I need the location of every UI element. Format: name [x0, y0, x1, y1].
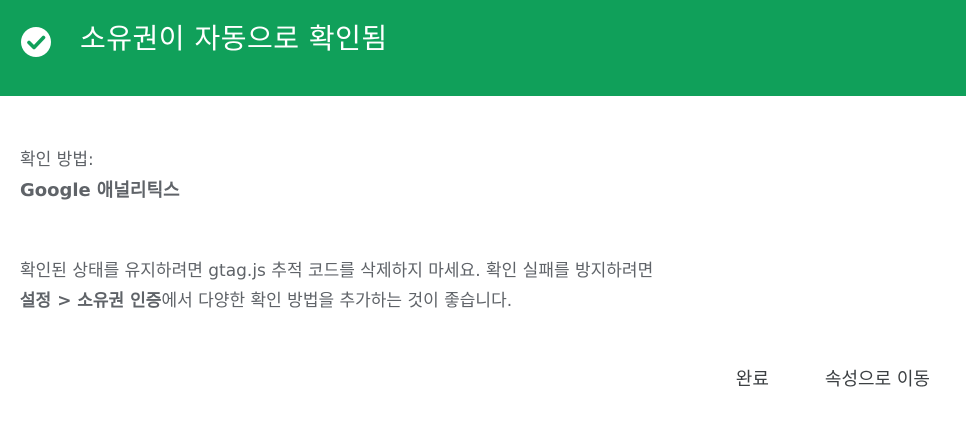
info-message-line-2: 설정 > 소유권 인증에서 다양한 확인 방법을 추가하는 것이 좋습니다.	[20, 286, 920, 316]
check-circle-icon	[21, 27, 51, 57]
dialog-actions: 완료 속성으로 이동	[736, 362, 930, 398]
info-message-line-2-rest: 에서 다양한 확인 방법을 추가하는 것이 좋습니다.	[161, 291, 513, 311]
dialog-title: 소유권이 자동으로 확인됨	[80, 22, 388, 55]
done-button[interactable]: 완료	[736, 362, 769, 398]
verification-method-value: Google 애널리틱스	[20, 180, 180, 201]
verification-dialog: 소유권이 자동으로 확인됨 확인 방법: Google 애널리틱스 확인된 상태…	[0, 0, 966, 426]
info-message: 확인된 상태를 유지하려면 gtag.js 추적 코드를 삭제하지 마세요. 확…	[20, 256, 920, 316]
go-to-property-button[interactable]: 속성으로 이동	[825, 362, 930, 398]
dialog-header: 소유권이 자동으로 확인됨	[0, 0, 966, 96]
settings-path-text: 설정 > 소유권 인증	[20, 291, 162, 311]
verification-method-label: 확인 방법:	[20, 150, 94, 170]
info-message-line-1: 확인된 상태를 유지하려면 gtag.js 추적 코드를 삭제하지 마세요. 확…	[20, 261, 654, 281]
